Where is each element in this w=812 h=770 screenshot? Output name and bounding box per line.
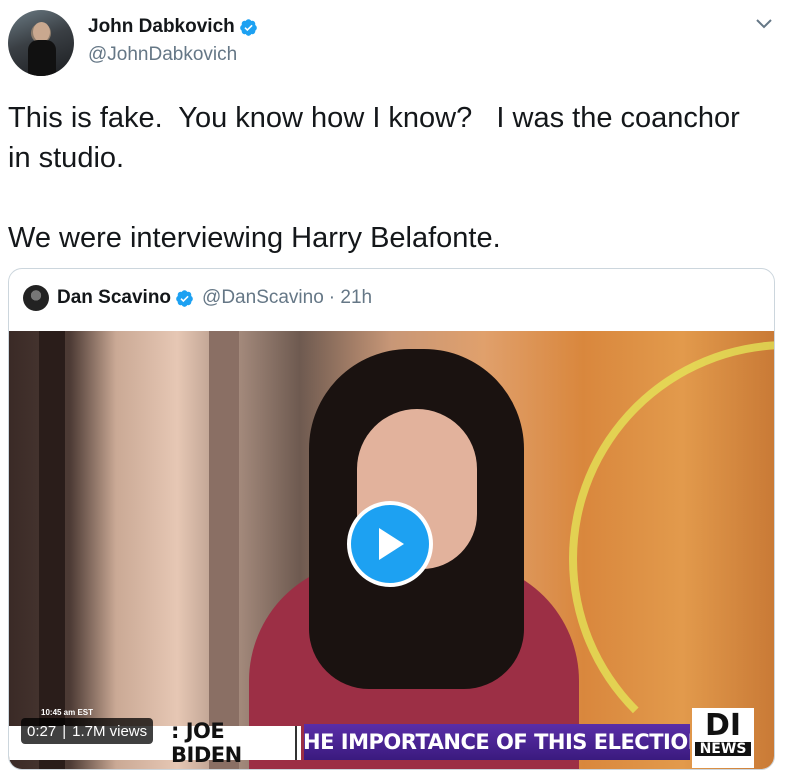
badge-separator: |	[62, 722, 67, 740]
video-player[interactable]: 10:45 am EST : JOE BIDEN THE IMPORTANCE …	[9, 331, 774, 769]
quoted-author-avatar[interactable]	[23, 285, 49, 311]
avatar-head	[33, 22, 50, 42]
tweet-text: This is fake. You know how I know? I was…	[8, 102, 740, 254]
ticker-headline: THE IMPORTANCE OF THIS ELECTION	[304, 724, 690, 760]
video-views: 1.7M views	[72, 722, 148, 740]
chevron-down-icon[interactable]	[754, 16, 774, 32]
broadcast-time: 10:45 am EST	[41, 708, 94, 717]
verified-badge-icon	[239, 18, 257, 36]
ticker-divider	[295, 726, 301, 760]
quoted-display-name[interactable]: Dan Scavino	[57, 287, 171, 309]
logo-bottom: NEWS	[695, 742, 751, 756]
ticker-left-text: : JOE BIDEN	[167, 719, 296, 767]
studio-arc	[569, 341, 774, 769]
video-duration: 0:27	[27, 722, 57, 740]
quoted-time[interactable]: · 21h	[329, 287, 372, 309]
verified-badge-icon	[176, 289, 193, 307]
quoted-author-row: Dan Scavino @DanScavino · 21h	[57, 287, 372, 309]
avatar-suit	[28, 40, 56, 76]
logo-top: DI	[704, 708, 742, 743]
play-button[interactable]	[347, 501, 433, 587]
play-icon	[379, 528, 404, 560]
studio-backdrop	[209, 331, 239, 769]
author-avatar[interactable]	[8, 10, 74, 76]
author-name-row: John Dabkovich	[88, 16, 258, 38]
video-meta-badge: 0:27 | 1.7M views	[21, 718, 154, 744]
quoted-tweet-card[interactable]: Dan Scavino @DanScavino · 21h 10:45 am E…	[8, 268, 775, 770]
author-handle[interactable]: @JohnDabkovich	[88, 44, 237, 66]
author-display-name[interactable]: John Dabkovich	[88, 16, 235, 38]
studio-backdrop	[39, 331, 65, 769]
quoted-handle[interactable]: @DanScavino	[202, 287, 324, 309]
di-news-logo: DI NEWS	[692, 708, 754, 768]
